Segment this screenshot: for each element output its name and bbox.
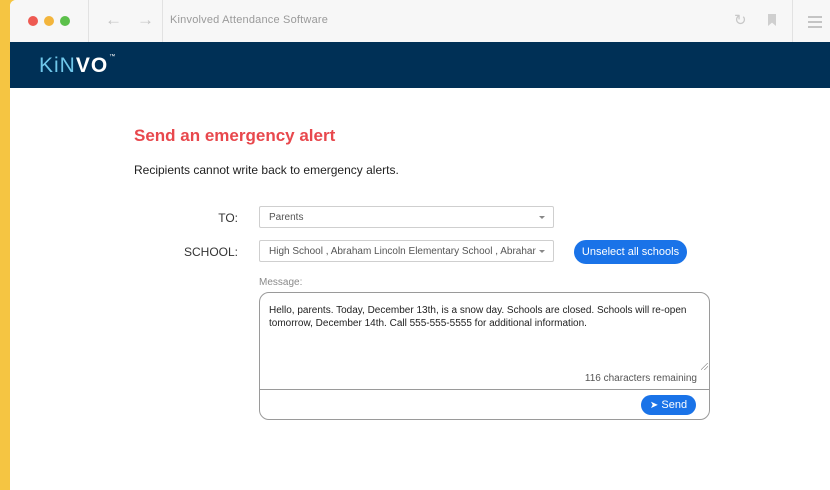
titlebar-divider xyxy=(792,0,793,42)
to-select-value: Parents xyxy=(269,212,304,223)
reload-icon[interactable]: ↻ xyxy=(734,12,747,30)
bookmark-icon[interactable] xyxy=(768,14,776,26)
titlebar-divider xyxy=(162,0,163,42)
school-select[interactable]: High School , Abraham Lincoln Elementary… xyxy=(259,240,554,262)
paper-plane-icon: ➤ xyxy=(649,400,659,411)
back-arrow-icon[interactable]: ← xyxy=(105,11,122,29)
school-select-value: High School , Abraham Lincoln Elementary… xyxy=(269,246,536,257)
chevron-down-icon xyxy=(539,250,545,253)
app-header: KiNVO™ xyxy=(10,42,830,88)
page-subtitle: Recipients cannot write back to emergenc… xyxy=(134,163,399,177)
hamburger-menu-icon[interactable] xyxy=(808,16,822,31)
window-title: Kinvolved Attendance Software xyxy=(170,14,329,26)
titlebar-divider xyxy=(88,0,89,42)
resize-handle-icon[interactable] xyxy=(701,363,708,370)
maximize-window-button[interactable] xyxy=(60,16,70,26)
logo-part-light: KiN xyxy=(39,54,76,77)
school-label: SCHOOL: xyxy=(183,245,238,259)
unselect-all-schools-button[interactable]: Unselect all schools xyxy=(574,240,687,264)
forward-arrow-icon[interactable]: → xyxy=(137,11,154,29)
send-button-label: Send xyxy=(661,399,688,411)
to-label: TO: xyxy=(218,211,238,225)
minimize-window-button[interactable] xyxy=(44,16,54,26)
message-divider xyxy=(260,389,709,390)
kinvo-logo[interactable]: KiNVO™ xyxy=(39,54,116,78)
close-window-button[interactable] xyxy=(28,16,38,26)
message-box: Hello, parents. Today, December 13th, is… xyxy=(259,292,710,420)
browser-window: ← → Kinvolved Attendance Software ↻ KiNV… xyxy=(10,0,830,490)
message-textarea[interactable]: Hello, parents. Today, December 13th, is… xyxy=(269,304,709,330)
logo-trademark: ™ xyxy=(109,54,117,60)
page-title: Send an emergency alert xyxy=(134,126,336,145)
message-label: Message: xyxy=(259,277,303,288)
chevron-down-icon xyxy=(539,216,545,219)
to-select[interactable]: Parents xyxy=(259,206,554,228)
logo-part-bold: VO xyxy=(75,54,109,77)
title-bar: ← → Kinvolved Attendance Software ↻ xyxy=(10,0,830,43)
characters-remaining: 116 characters remaining xyxy=(584,373,697,384)
send-button[interactable]: ➤ Send xyxy=(641,395,696,415)
